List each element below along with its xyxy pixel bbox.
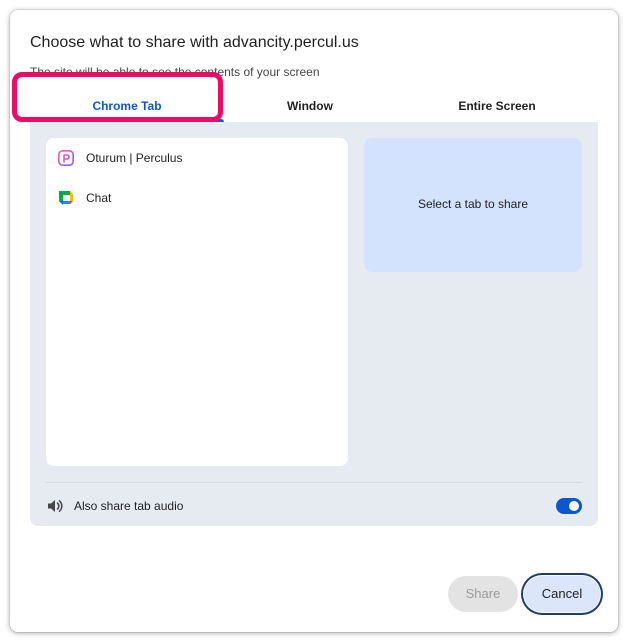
share-screen-dialog: Choose what to share with advancity.perc… (10, 10, 618, 632)
cancel-button[interactable]: Cancel (524, 576, 600, 612)
tab-chrome-tab-label: Chrome Tab (92, 99, 162, 113)
tab-window-label: Window (287, 99, 333, 113)
audio-share-row: Also share tab audio (46, 494, 582, 518)
tab-window[interactable]: Window (224, 93, 396, 120)
tab-entire-screen[interactable]: Entire Screen (396, 93, 598, 120)
list-item-label: Chat (86, 191, 112, 205)
speaker-icon (46, 497, 64, 515)
divider (46, 482, 582, 483)
share-button[interactable]: Share (448, 576, 518, 612)
list-item-oturum-perculus[interactable]: Oturum | Perculus (46, 142, 348, 174)
share-preview: Select a tab to share (364, 138, 582, 272)
list-item-label: Oturum | Perculus (86, 151, 183, 165)
google-chat-icon (58, 190, 74, 206)
dialog-subtitle: The site will be able to see the content… (30, 65, 320, 79)
source-tabs: Chrome Tab Window Entire Screen (30, 93, 598, 123)
audio-share-label: Also share tab audio (74, 499, 184, 513)
tab-entire-screen-label: Entire Screen (458, 99, 536, 113)
tab-list: Oturum | Perculus Chat (46, 138, 348, 466)
preview-placeholder-text: Select a tab to share (417, 197, 529, 211)
tab-chrome-tab[interactable]: Chrome Tab (30, 93, 224, 122)
dialog-title: Choose what to share with advancity.perc… (30, 34, 359, 51)
list-item-chat[interactable]: Chat (46, 182, 348, 214)
audio-share-toggle[interactable] (556, 498, 582, 514)
tab-selection-panel: Oturum | Perculus Chat Select a tab to s… (30, 122, 598, 526)
toggle-knob (569, 501, 579, 511)
perculus-icon (58, 150, 74, 166)
